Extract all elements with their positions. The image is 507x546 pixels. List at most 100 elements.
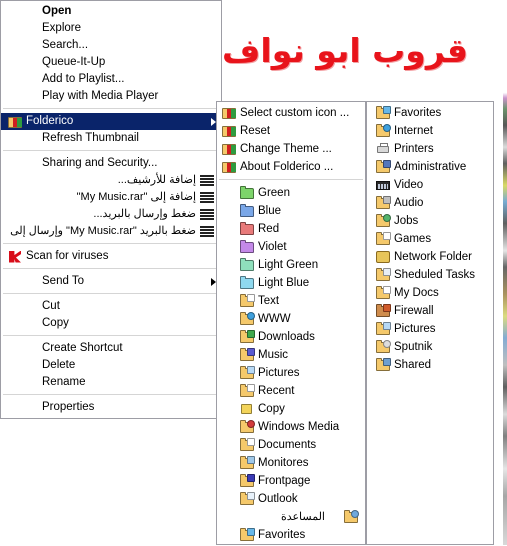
menu-item-label: Add to Playlist... bbox=[42, 73, 125, 85]
folder-games-icon bbox=[375, 231, 391, 247]
folder-text-icon bbox=[239, 293, 255, 309]
menu-item[interactable]: Outlook bbox=[217, 490, 365, 508]
menu-item-label: Pictures bbox=[258, 367, 300, 379]
folder-www-icon bbox=[239, 311, 255, 327]
menu-item-label: Search... bbox=[42, 39, 89, 51]
menu-item-label: Explore bbox=[42, 22, 81, 34]
menu-item[interactable]: Properties bbox=[1, 399, 221, 416]
menu-item[interactable]: Text bbox=[217, 292, 365, 310]
folder-pictures-icon bbox=[239, 365, 255, 381]
folder-documents-icon bbox=[239, 437, 255, 453]
folderico-submenu[interactable]: Select custom icon ... Reset Change Theme … bbox=[216, 101, 366, 545]
menu-item[interactable]: Scan for viruses bbox=[1, 248, 221, 265]
menu-item[interactable]: Copy bbox=[1, 315, 221, 332]
menu-item[interactable]: إضافة إلى "My Music.rar" bbox=[1, 189, 221, 206]
menu-separator bbox=[3, 394, 219, 396]
menu-item[interactable]: Printers bbox=[367, 140, 493, 158]
menu-item-label: Create Shortcut bbox=[42, 342, 123, 354]
menu-item[interactable]: Play with Media Player bbox=[1, 88, 221, 105]
menu-item[interactable]: Documents bbox=[217, 436, 365, 454]
menu-item[interactable]: Pictures bbox=[367, 320, 493, 338]
menu-item-label: WWW bbox=[258, 313, 291, 325]
menu-item[interactable]: Blue bbox=[217, 202, 365, 220]
winrar-icon bbox=[199, 173, 215, 189]
menu-item[interactable]: Recent bbox=[217, 382, 365, 400]
menu-item[interactable]: Games bbox=[367, 230, 493, 248]
menu-item-label: Rename bbox=[42, 376, 86, 388]
menu-item[interactable]: Jobs bbox=[367, 212, 493, 230]
folder-jobs-icon bbox=[375, 213, 391, 229]
menu-item-label: About Folderico ... bbox=[240, 161, 334, 173]
folder-light-green-icon bbox=[239, 257, 255, 273]
menu-item[interactable]: About Folderico ... bbox=[217, 158, 365, 176]
folderico-app-icon bbox=[221, 123, 237, 139]
menu-item[interactable]: Shared bbox=[367, 356, 493, 374]
menu-item-label: Folderico bbox=[26, 115, 74, 127]
menu-item[interactable]: Light Blue bbox=[217, 274, 365, 292]
menu-item[interactable]: Red bbox=[217, 220, 365, 238]
menu-item[interactable]: Folderico bbox=[1, 113, 221, 130]
folder-monitores-icon bbox=[239, 455, 255, 471]
menu-item[interactable]: Violet bbox=[217, 238, 365, 256]
menu-item-label: Firewall bbox=[394, 305, 434, 317]
menu-item[interactable]: Favorites bbox=[367, 104, 493, 122]
menu-item[interactable]: Reset bbox=[217, 122, 365, 140]
menu-item[interactable]: Pictures bbox=[217, 364, 365, 382]
folder-copy-icon bbox=[239, 401, 255, 417]
folder-audio-icon bbox=[375, 195, 391, 211]
menu-item[interactable]: Delete bbox=[1, 357, 221, 374]
folderico-themes-column[interactable]: Favorites Internet Printers Administrative V… bbox=[366, 101, 494, 545]
menu-item[interactable]: Select custom icon ... bbox=[217, 104, 365, 122]
menu-item[interactable]: Rename bbox=[1, 374, 221, 391]
menu-item[interactable]: Light Green bbox=[217, 256, 365, 274]
menu-item-label: Copy bbox=[258, 403, 285, 415]
menu-item[interactable]: Frontpage bbox=[217, 472, 365, 490]
menu-item[interactable]: Video bbox=[367, 176, 493, 194]
menu-item[interactable]: Green bbox=[217, 184, 365, 202]
menu-item[interactable]: Sheduled Tasks bbox=[367, 266, 493, 284]
menu-item-label: Change Theme ... bbox=[240, 143, 332, 155]
menu-item[interactable]: Music bbox=[217, 346, 365, 364]
menu-item[interactable]: إضافة للأرشيف... bbox=[1, 172, 221, 189]
folder-violet-icon bbox=[239, 239, 255, 255]
menu-item[interactable]: المساعدة bbox=[217, 508, 365, 526]
folder-downloads-icon bbox=[239, 329, 255, 345]
menu-item[interactable]: Monitores bbox=[217, 454, 365, 472]
video-strip-icon bbox=[375, 177, 391, 193]
menu-item[interactable]: Cut bbox=[1, 298, 221, 315]
menu-item-label: Select custom icon ... bbox=[240, 107, 350, 119]
menu-item[interactable]: Downloads bbox=[217, 328, 365, 346]
folder-outlook-icon bbox=[239, 491, 255, 507]
folder-green-icon bbox=[239, 185, 255, 201]
menu-item[interactable]: Copy bbox=[217, 400, 365, 418]
menu-item[interactable]: Internet bbox=[367, 122, 493, 140]
menu-item[interactable]: ضغط بالبريد "My Music.rar" وإرسال إلى bbox=[1, 223, 221, 240]
menu-item-label: Properties bbox=[42, 401, 95, 413]
folder-scheduled-tasks-icon bbox=[375, 267, 391, 283]
kaspersky-icon bbox=[7, 249, 23, 265]
menu-item-label: Scan for viruses bbox=[26, 250, 109, 262]
menu-item[interactable]: My Docs bbox=[367, 284, 493, 302]
menu-item[interactable]: ضغط وإرسال بالبريد... bbox=[1, 206, 221, 223]
menu-item[interactable]: Sputnik bbox=[367, 338, 493, 356]
menu-item[interactable]: Windows Media bbox=[217, 418, 365, 436]
menu-item-label: Violet bbox=[258, 241, 287, 253]
menu-item[interactable]: Favorites bbox=[217, 526, 365, 544]
menu-item-label: Audio bbox=[394, 197, 424, 209]
menu-item[interactable]: Change Theme ... bbox=[217, 140, 365, 158]
menu-item[interactable]: Create Shortcut bbox=[1, 340, 221, 357]
menu-item[interactable]: Firewall bbox=[367, 302, 493, 320]
menu-item[interactable]: Sharing and Security... bbox=[1, 155, 221, 172]
menu-item-label: Sputnik bbox=[394, 341, 433, 353]
menu-item-label: Favorites bbox=[394, 107, 442, 119]
menu-separator bbox=[3, 335, 219, 337]
menu-item[interactable]: Administrative bbox=[367, 158, 493, 176]
menu-item[interactable]: Open bbox=[1, 3, 221, 20]
menu-item-label: Games bbox=[394, 233, 432, 245]
menu-item[interactable]: Refresh Thumbnail bbox=[1, 130, 221, 147]
menu-item[interactable]: Send To bbox=[1, 273, 221, 290]
menu-item[interactable]: Network Folder bbox=[367, 248, 493, 266]
menu-item-label: إضافة للأرشيف... bbox=[117, 174, 196, 186]
menu-item[interactable]: Audio bbox=[367, 194, 493, 212]
menu-item[interactable]: WWW bbox=[217, 310, 365, 328]
